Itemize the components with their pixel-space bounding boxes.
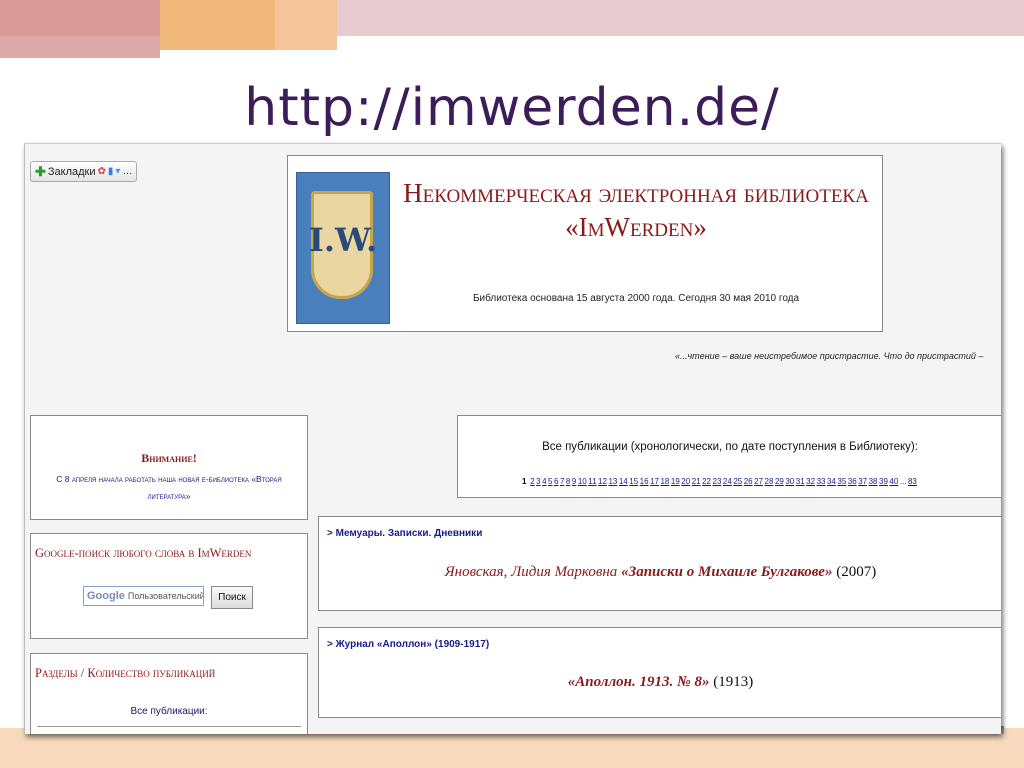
bird-icon: ▾ bbox=[115, 166, 121, 177]
google-search-box: Google-поиск любого слова в ImWerden Goo… bbox=[30, 533, 308, 639]
publication-entry: Яновская, Лидия Марковна «Записки о Миха… bbox=[319, 564, 1001, 581]
slide-decoration bbox=[0, 36, 160, 58]
publication-card: > Мемуары. Записки. Дневники Яновская, Л… bbox=[318, 516, 1001, 611]
page-link[interactable]: 40 bbox=[889, 477, 898, 486]
page-link[interactable]: 37 bbox=[858, 477, 867, 486]
website-screenshot: ✚ Закладки ✿ ▮ ▾ … I.W. Некоммерческая э… bbox=[24, 143, 1001, 734]
last-page-link[interactable]: 83 bbox=[908, 477, 917, 486]
category-link[interactable]: > Мемуары. Записки. Дневники bbox=[327, 528, 482, 539]
page-link[interactable]: 7 bbox=[560, 477, 564, 486]
bookmarks-button[interactable]: ✚ Закладки ✿ ▮ ▾ … bbox=[30, 161, 138, 182]
library-title: Некоммерческая электронная библиотека «I… bbox=[396, 176, 876, 244]
page-link[interactable]: 38 bbox=[869, 477, 878, 486]
sections-box: Разделы / Количество публикаций Все публ… bbox=[30, 653, 308, 734]
work-link[interactable]: «Записки о Михаиле Булгакове» bbox=[621, 564, 832, 580]
page-link[interactable]: 19 bbox=[671, 477, 680, 486]
page-link[interactable]: 4 bbox=[542, 477, 546, 486]
bookmarks-label: Закладки bbox=[47, 165, 96, 178]
slide-decoration bbox=[160, 0, 275, 50]
page-link[interactable]: 25 bbox=[733, 477, 742, 486]
page-link[interactable]: 6 bbox=[554, 477, 558, 486]
publications-heading: Все публикации (хронологически, по дате … bbox=[542, 441, 918, 453]
library-banner: I.W. Некоммерческая электронная библиоте… bbox=[287, 155, 883, 332]
page-link[interactable]: 18 bbox=[660, 477, 669, 486]
library-title-line2: «ImWerden» bbox=[565, 212, 707, 242]
page-link[interactable]: 3 bbox=[536, 477, 540, 486]
attention-link[interactable]: С 8 апреля начала работать наша новая е-… bbox=[41, 471, 297, 505]
google-logo: Google bbox=[87, 590, 125, 602]
work-link[interactable]: «Аполлон. 1913. № 8» bbox=[568, 674, 710, 690]
page-link[interactable]: 28 bbox=[765, 477, 774, 486]
logo-text: I.W. bbox=[308, 221, 378, 259]
slide-decoration bbox=[275, 0, 337, 50]
library-subtitle: Библиотека основана 15 августа 2000 года… bbox=[472, 293, 800, 304]
page-link[interactable]: 29 bbox=[775, 477, 784, 486]
divider bbox=[37, 726, 301, 727]
publication-entry: «Аполлон. 1913. № 8» (1913) bbox=[319, 674, 1001, 691]
page-link[interactable]: 10 bbox=[578, 477, 587, 486]
search-button[interactable]: Поиск bbox=[211, 586, 253, 609]
page-link[interactable]: 15 bbox=[629, 477, 638, 486]
slide-decoration bbox=[0, 0, 160, 36]
page-link[interactable]: 23 bbox=[713, 477, 722, 486]
current-page: 1 bbox=[522, 477, 527, 486]
add-icon: ✚ bbox=[35, 163, 46, 179]
pagination-ellipsis: ... bbox=[899, 477, 907, 486]
page-link[interactable]: 9 bbox=[572, 477, 576, 486]
page-link[interactable]: 20 bbox=[681, 477, 690, 486]
page-link[interactable]: 5 bbox=[548, 477, 552, 486]
page-link[interactable]: 8 bbox=[566, 477, 570, 486]
page-link[interactable]: 11 bbox=[588, 477, 596, 486]
all-publications-label[interactable]: Все публикации: bbox=[31, 706, 307, 717]
slide-footer-band bbox=[0, 728, 1024, 768]
google-search-heading: Google-поиск любого слова в ImWerden bbox=[35, 546, 252, 560]
social-icon: ▮ bbox=[107, 166, 114, 177]
slide-title: http://imwerden.de/ bbox=[244, 78, 780, 138]
page-link[interactable]: 24 bbox=[723, 477, 732, 486]
page-link[interactable]: 36 bbox=[848, 477, 857, 486]
page-link[interactable]: 2 bbox=[530, 477, 534, 486]
page-link[interactable]: 21 bbox=[692, 477, 701, 486]
page-link[interactable]: 17 bbox=[650, 477, 659, 486]
page-link[interactable]: 22 bbox=[702, 477, 711, 486]
pagination: 1 2 3 4 5 6 7 8 9 10 11 12 13 14 15 16 17 18 19 20 21 22 23 24… bbox=[522, 477, 918, 486]
page-link[interactable]: 32 bbox=[806, 477, 815, 486]
page-link[interactable]: 34 bbox=[827, 477, 836, 486]
slide-decoration bbox=[337, 0, 1024, 36]
attention-heading: Внимание! bbox=[141, 451, 197, 465]
page-link[interactable]: 14 bbox=[619, 477, 628, 486]
page-link[interactable]: 30 bbox=[785, 477, 794, 486]
publication-card: > Журнал «Аполлон» (1909-1917) «Аполлон.… bbox=[318, 627, 1001, 718]
page-link[interactable]: 31 bbox=[796, 477, 805, 486]
page-link[interactable]: 39 bbox=[879, 477, 888, 486]
author-link[interactable]: Яновская, Лидия Марковна bbox=[445, 564, 618, 580]
sections-heading: Разделы / Количество публикаций bbox=[35, 666, 216, 680]
page-link[interactable]: 26 bbox=[744, 477, 753, 486]
page-link[interactable]: 16 bbox=[640, 477, 649, 486]
share-icon: ✿ bbox=[97, 166, 106, 177]
page-link[interactable]: 35 bbox=[837, 477, 846, 486]
library-title-line1: Некоммерческая электронная библиотека bbox=[403, 178, 869, 208]
library-logo: I.W. bbox=[296, 172, 390, 324]
search-input[interactable]: Google Пользовательский bbox=[83, 586, 204, 606]
page-link[interactable]: 27 bbox=[754, 477, 763, 486]
search-placeholder: Пользовательский bbox=[127, 591, 204, 601]
category-link[interactable]: > Журнал «Аполлон» (1909-1917) bbox=[327, 639, 489, 650]
epigraph-quote: «...чтение – ваше неистребимое пристраст… bbox=[675, 351, 984, 361]
publications-box: Все публикации (хронологически, по дате … bbox=[457, 415, 1001, 498]
more-icon: … bbox=[122, 166, 133, 177]
attention-box: Внимание! С 8 апреля начала работать наш… bbox=[30, 415, 308, 520]
page-link[interactable]: 13 bbox=[608, 477, 617, 486]
page-link[interactable]: 33 bbox=[817, 477, 826, 486]
publication-year: (1913) bbox=[713, 674, 754, 690]
publication-year: (2007) bbox=[836, 564, 877, 580]
page-link[interactable]: 12 bbox=[598, 477, 607, 486]
